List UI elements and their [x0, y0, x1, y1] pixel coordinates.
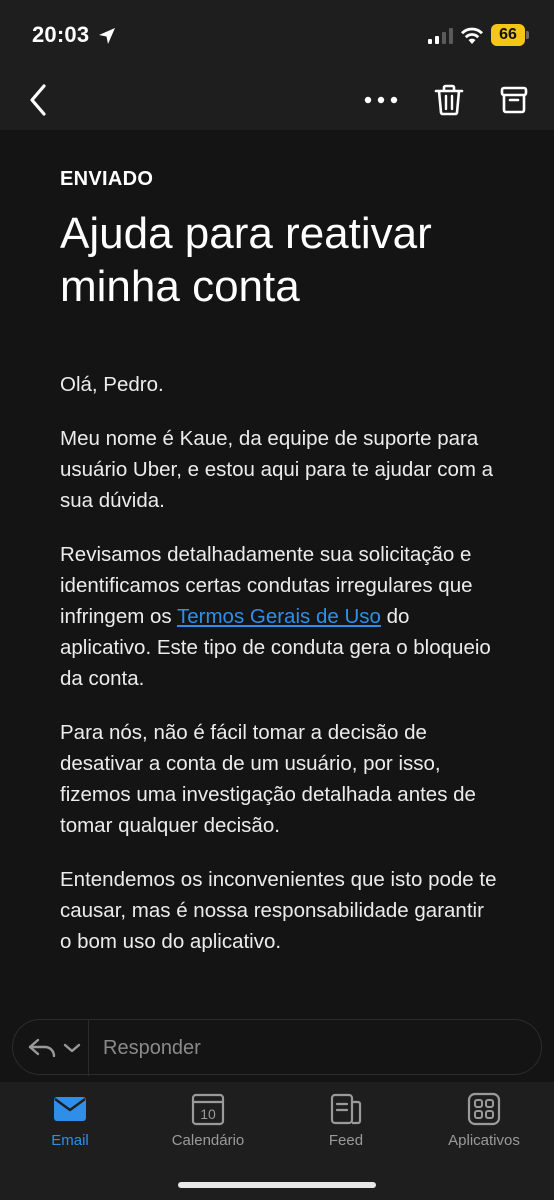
status-time: 20:03: [32, 22, 90, 47]
home-indicator[interactable]: [178, 1182, 376, 1188]
terms-of-use-link[interactable]: Termos Gerais de Uso: [177, 605, 381, 628]
calendar-icon: 10: [191, 1093, 225, 1126]
message-paragraph: Para nós, não é fácil tomar a decisão de…: [60, 721, 476, 837]
location-arrow-icon: [99, 28, 115, 44]
apps-icon: [467, 1092, 501, 1126]
wifi-icon: [461, 27, 483, 44]
message-subject: Ajuda para reativar minha conta: [60, 209, 432, 311]
cellular-signal-icon: [428, 28, 453, 44]
tab-calendar[interactable]: 10 Calendário: [148, 1092, 268, 1162]
message-paragraph: Revisamos detalhadamente sua solicitação…: [60, 539, 500, 694]
trash-icon: [434, 84, 464, 116]
reply-divider: [88, 1020, 89, 1076]
tab-label: Email: [51, 1132, 89, 1149]
message-paragraph: Meu nome é Kaue, da equipe de suporte pa…: [60, 427, 494, 512]
chevron-down-icon: [63, 1043, 81, 1053]
back-button[interactable]: [20, 80, 56, 120]
feed-icon: [330, 1093, 362, 1125]
reply-bar: [12, 1019, 542, 1076]
tab-email[interactable]: Email: [10, 1092, 130, 1162]
tab-label: Calendário: [171, 1132, 245, 1149]
reply-input[interactable]: [103, 1034, 523, 1062]
message-content: ENVIADO Ajuda para reativar minha conta …: [60, 130, 500, 980]
tab-label: Aplicativos: [448, 1132, 520, 1149]
back-chevron-icon: [30, 84, 46, 116]
email-reader-screen: 20:03 66 ENVIADO Ajuda para reativar min…: [0, 0, 554, 1200]
message-greeting: Olá, Pedro.: [60, 373, 164, 396]
more-icon: [364, 96, 398, 104]
message-body: Olá, Pedro. Meu nome é Kaue, da equipe d…: [60, 369, 500, 957]
tab-feed[interactable]: Feed: [286, 1092, 406, 1162]
tab-label: Feed: [328, 1132, 364, 1149]
battery-tip: [526, 31, 529, 39]
status-bar: 20:03 66: [0, 0, 554, 70]
message-paragraph: Entendemos os inconvenientes que isto po…: [60, 868, 497, 953]
reply-options-button[interactable]: [27, 1034, 89, 1062]
calendar-day: 10: [200, 1106, 216, 1122]
archive-icon: [500, 86, 528, 114]
battery-indicator: 66: [491, 24, 525, 46]
mail-icon: [54, 1097, 86, 1121]
message-toolbar: [0, 70, 554, 130]
more-options-button[interactable]: [362, 84, 400, 116]
folder-label: ENVIADO: [60, 168, 154, 190]
archive-button[interactable]: [496, 80, 532, 120]
reply-icon: [28, 1038, 56, 1058]
tab-apps[interactable]: Aplicativos: [424, 1092, 544, 1162]
delete-button[interactable]: [430, 80, 468, 120]
